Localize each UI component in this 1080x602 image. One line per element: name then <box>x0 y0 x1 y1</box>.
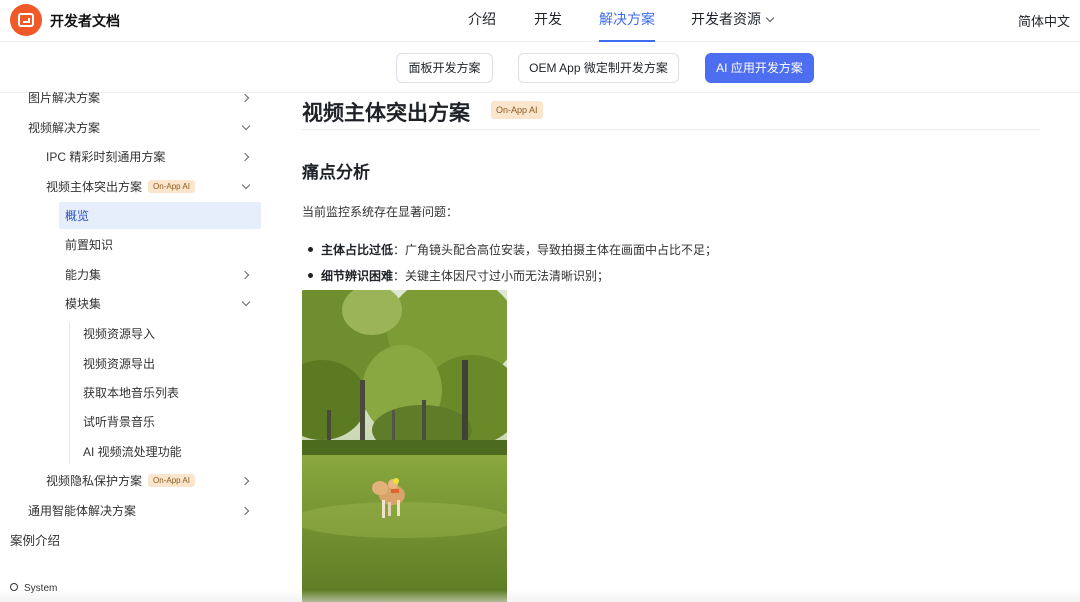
chevron-down-icon <box>765 13 775 23</box>
sidebar-item-label: 视频主体突出方案 <box>46 180 143 194</box>
sidebar-item-capabilities[interactable]: 能力集 <box>65 265 101 285</box>
sidebar-item-modules[interactable]: 模块集 <box>65 294 101 314</box>
sidebar-item-ipc-moments[interactable]: IPC 精彩时刻通用方案 <box>46 147 165 167</box>
bullet-text: ：关键主体因尺寸过小而无法清晰识别； <box>393 269 610 283</box>
top-navigation-bar: 开发者文档 介绍 开发 解决方案 开发者资源 简体中文 <box>0 0 1080 42</box>
brand-title[interactable]: 开发者文档 <box>50 11 120 31</box>
chevron-right-icon[interactable] <box>240 270 250 280</box>
nav-solutions[interactable]: 解决方案 <box>599 0 655 42</box>
section-heading: 痛点分析 <box>302 163 370 182</box>
sidebar-item-label: 视频隐私保护方案 <box>46 474 143 488</box>
chevron-right-icon[interactable] <box>240 152 250 162</box>
logo-icon[interactable] <box>10 4 42 36</box>
tree-guide-line <box>69 322 70 464</box>
chevron-down-icon[interactable] <box>241 297 251 307</box>
chevron-right-icon[interactable] <box>240 476 250 486</box>
chevron-right-icon[interactable] <box>240 506 250 516</box>
sidebar-item-video-subject[interactable]: 视频主体突出方案 On-App AI <box>46 177 195 197</box>
sidebar-item-video-export[interactable]: 视频资源导出 <box>83 354 155 374</box>
solution-tabs-bar: 面板开发方案 OEM App 微定制开发方案 AI 应用开发方案 <box>0 43 1080 93</box>
sidebar-item-ai-stream[interactable]: AI 视频流处理功能 <box>83 442 182 462</box>
tab-oem-app[interactable]: OEM App 微定制开发方案 <box>518 53 679 83</box>
bottom-fade <box>0 590 1080 602</box>
list-item: 主体占比过低：广角镜头配合高位安装，导致拍摄主体在画面中占比不足； <box>308 241 717 258</box>
sidebar-item-image-solutions[interactable]: 图片解决方案 <box>28 88 100 108</box>
sidebar-item-video-privacy[interactable]: 视频隐私保护方案 On-App AI <box>46 471 195 491</box>
chevron-right-icon[interactable] <box>240 93 250 103</box>
page-title: 视频主体突出方案 <box>302 102 470 125</box>
language-selector[interactable]: 简体中文 <box>1018 11 1070 30</box>
nav-develop[interactable]: 开发 <box>534 0 562 42</box>
nav-dev-resources[interactable]: 开发者资源 <box>691 0 775 42</box>
sidebar-item-video-import[interactable]: 视频资源导入 <box>83 324 155 344</box>
bullet-text: ：广角镜头配合高位安装，导致拍摄主体在画面中占比不足； <box>393 243 718 257</box>
chevron-down-icon[interactable] <box>241 121 251 131</box>
on-app-ai-badge: On-App AI <box>148 474 195 488</box>
on-app-ai-badge: On-App AI <box>148 180 195 194</box>
sidebar-active-highlight <box>59 202 261 229</box>
nav-intro[interactable]: 介绍 <box>468 0 496 42</box>
tab-panel-development[interactable]: 面板开发方案 <box>396 53 493 83</box>
bullet-bold: 主体占比过低 <box>321 243 394 257</box>
list-item: 细节辨识困难：关键主体因尺寸过小而无法清晰识别； <box>308 267 609 284</box>
title-divider <box>302 129 1040 130</box>
sidebar-item-preview-music[interactable]: 试听背景音乐 <box>83 412 155 432</box>
content-image <box>302 290 507 602</box>
intro-paragraph: 当前监控系统存在显著问题： <box>302 205 459 219</box>
sidebar-item-video-solutions[interactable]: 视频解决方案 <box>28 118 100 138</box>
sidebar-item-general-agent[interactable]: 通用智能体解决方案 <box>28 501 136 521</box>
on-app-ai-badge: On-App AI <box>491 101 543 119</box>
sidebar-item-overview[interactable]: 概览 <box>65 206 89 226</box>
sidebar-item-case-intro[interactable]: 案例介绍 <box>10 531 60 551</box>
chevron-down-icon[interactable] <box>241 180 251 190</box>
sidebar-item-prerequisites[interactable]: 前置知识 <box>65 235 113 255</box>
nav-dev-resources-label: 开发者资源 <box>691 11 761 27</box>
sidebar-item-music-list[interactable]: 获取本地音乐列表 <box>83 383 179 403</box>
bullet-bold: 细节辨识困难 <box>321 269 394 283</box>
tab-ai-app[interactable]: AI 应用开发方案 <box>705 53 814 83</box>
